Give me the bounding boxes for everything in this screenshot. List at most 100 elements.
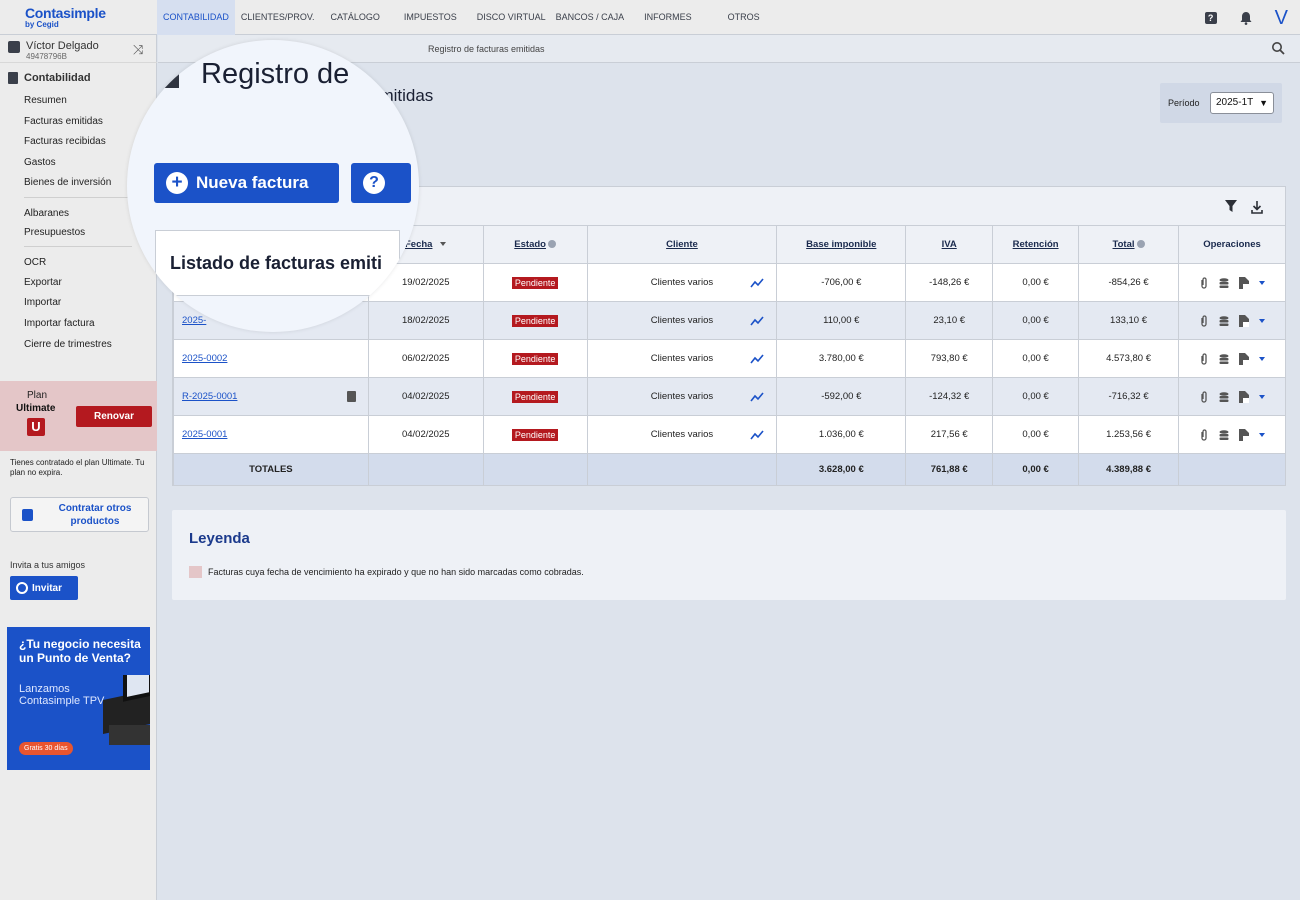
attachment-icon[interactable] [1199, 352, 1209, 365]
renew-button[interactable]: Renovar [76, 406, 152, 427]
pdf-icon[interactable] [1238, 390, 1249, 403]
nav-informes[interactable]: INFORMES [634, 0, 722, 35]
plus-circle-icon: + [166, 172, 188, 194]
info-icon[interactable] [1136, 240, 1145, 249]
attachment-icon[interactable] [1199, 428, 1209, 441]
attachment-icon[interactable] [1199, 314, 1209, 327]
user-tax-id: 49478796B [26, 52, 67, 61]
sidebar-item-resumen[interactable]: Resumen [24, 95, 67, 106]
date-cell: 18/02/2025 [367, 301, 484, 340]
promo-banner[interactable]: ¿Tu negocio necesita un Punto de Venta? … [7, 627, 150, 770]
col-cliente[interactable]: Cliente [586, 225, 778, 264]
pdf-icon[interactable] [1238, 352, 1249, 365]
trend-chart-icon[interactable] [750, 429, 764, 441]
logo[interactable]: Contasimple by Cegid [25, 6, 106, 29]
invoice-number-link[interactable]: 2025- [182, 315, 206, 326]
client-name: Clientes varios [650, 429, 714, 440]
nav-otros[interactable]: OTROS [722, 0, 766, 35]
sidebar-item-gastos[interactable]: Gastos [24, 157, 56, 168]
sidebar-item-cierre-trimestres[interactable]: Cierre de trimestres [24, 339, 112, 350]
sidebar-item-facturas-recibidas[interactable]: Facturas recibidas [24, 136, 106, 147]
help-icon[interactable]: ? [1204, 11, 1217, 24]
sidebar-item-importar[interactable]: Importar [24, 297, 61, 308]
note-icon[interactable] [346, 391, 356, 402]
period-select[interactable]: 2025-1T ▼ [1210, 92, 1274, 114]
top-nav: CONTABILIDAD CLIENTES/PROV. CATÁLOGO IMP… [157, 0, 766, 35]
client-cell: Clientes varios [586, 339, 778, 378]
bell-icon[interactable] [1239, 11, 1253, 25]
database-icon[interactable] [1219, 315, 1229, 327]
status-badge: Pendiente [511, 314, 559, 327]
trend-chart-icon[interactable] [750, 391, 764, 403]
sidebar-item-ocr[interactable]: OCR [24, 257, 46, 268]
date-cell: 04/02/2025 [367, 415, 484, 454]
shopping-bag-icon [22, 509, 33, 521]
col-base-label: Base imponible [806, 239, 877, 250]
question-icon: ? [363, 172, 385, 194]
info-icon[interactable] [547, 240, 556, 249]
nav-clientes[interactable]: CLIENTES/PROV. [235, 0, 321, 35]
pdf-icon[interactable] [1238, 314, 1249, 327]
pdf-icon[interactable] [1238, 276, 1249, 289]
breadcrumb-current: Registro de facturas emitidas [428, 44, 545, 54]
sidebar-section-contabilidad[interactable]: Contabilidad [8, 72, 91, 84]
chevron-down-icon[interactable] [1258, 356, 1265, 361]
sidebar-item-importar-factura[interactable]: Importar factura [24, 318, 95, 329]
database-icon[interactable] [1219, 353, 1229, 365]
base-cell: 1.036,00 € [776, 415, 907, 454]
promo-badge[interactable]: Gratis 30 días [19, 742, 73, 755]
trend-chart-icon[interactable] [750, 277, 764, 289]
nav-contabilidad[interactable]: CONTABILIDAD [157, 0, 235, 35]
help-button[interactable]: ? [351, 163, 411, 203]
plan-name: Ultimate [16, 403, 56, 414]
chevron-down-icon[interactable] [1258, 280, 1265, 285]
col-base[interactable]: Base imponible [776, 225, 907, 264]
home-export-icon [161, 66, 179, 88]
sidebar-item-presupuestos[interactable]: Presupuestos [24, 227, 85, 238]
filter-icon[interactable] [1225, 200, 1237, 212]
nav-impuestos[interactable]: IMPUESTOS [394, 0, 467, 35]
switch-account-icon[interactable]: ⤨ [133, 42, 143, 58]
pdf-icon[interactable] [1238, 428, 1249, 441]
status-cell: Pendiente [482, 301, 588, 340]
sidebar-item-bienes-inversion[interactable]: Bienes de inversión [24, 177, 111, 188]
col-retencion[interactable]: Retención [992, 225, 1080, 264]
period-value: 2025-1T [1216, 97, 1254, 108]
totals-total: 4.389,88 € [1078, 453, 1179, 486]
nav-bancos-caja[interactable]: BANCOS / CAJA [551, 0, 635, 35]
other-products-button[interactable]: Contratar otros productos [10, 497, 149, 532]
nav-disco-virtual[interactable]: DISCO VIRTUAL [467, 0, 551, 35]
chevron-down-icon[interactable] [1258, 432, 1265, 437]
chevron-down-icon[interactable] [1258, 394, 1265, 399]
col-total[interactable]: Total [1078, 225, 1179, 264]
invite-button[interactable]: Invitar [10, 576, 78, 600]
table-row[interactable]: 2025-0002 06/02/2025 Pendiente Clientes … [173, 339, 1287, 378]
new-invoice-button[interactable]: + Nueva factura [154, 163, 339, 203]
user-menu-initial[interactable]: V [1275, 8, 1288, 28]
table-row[interactable]: 2025-0001 04/02/2025 Pendiente Clientes … [173, 415, 1287, 454]
database-icon[interactable] [1219, 429, 1229, 441]
invoice-number-link[interactable]: R-2025-0001 [182, 391, 237, 402]
trend-chart-icon[interactable] [750, 353, 764, 365]
sidebar-item-facturas-emitidas[interactable]: Facturas emitidas [24, 116, 103, 127]
retention-cell: 0,00 € [992, 415, 1080, 454]
base-cell: 110,00 € [776, 301, 907, 340]
attachment-icon[interactable] [1199, 276, 1209, 289]
col-estado[interactable]: Estado [482, 225, 588, 264]
download-icon[interactable] [1251, 200, 1263, 214]
sidebar-item-albaranes[interactable]: Albaranes [24, 208, 69, 219]
database-icon[interactable] [1219, 391, 1229, 403]
invoice-number-link[interactable]: 2025-0001 [182, 429, 227, 440]
database-icon[interactable] [1219, 277, 1229, 289]
search-icon[interactable] [1271, 41, 1285, 55]
trend-chart-icon[interactable] [750, 315, 764, 327]
table-row[interactable]: R-2025-0001 04/02/2025 Pendiente Cliente… [173, 377, 1287, 416]
nav-catalogo[interactable]: CATÁLOGO [321, 0, 394, 35]
chevron-down-icon[interactable] [1258, 318, 1265, 323]
col-iva[interactable]: IVA [905, 225, 994, 264]
sidebar-item-exportar[interactable]: Exportar [24, 277, 62, 288]
globe-icon [16, 582, 28, 594]
invoice-number-link[interactable]: 2025-0002 [182, 353, 227, 364]
attachment-icon[interactable] [1199, 390, 1209, 403]
period-label: Período [1168, 98, 1200, 108]
